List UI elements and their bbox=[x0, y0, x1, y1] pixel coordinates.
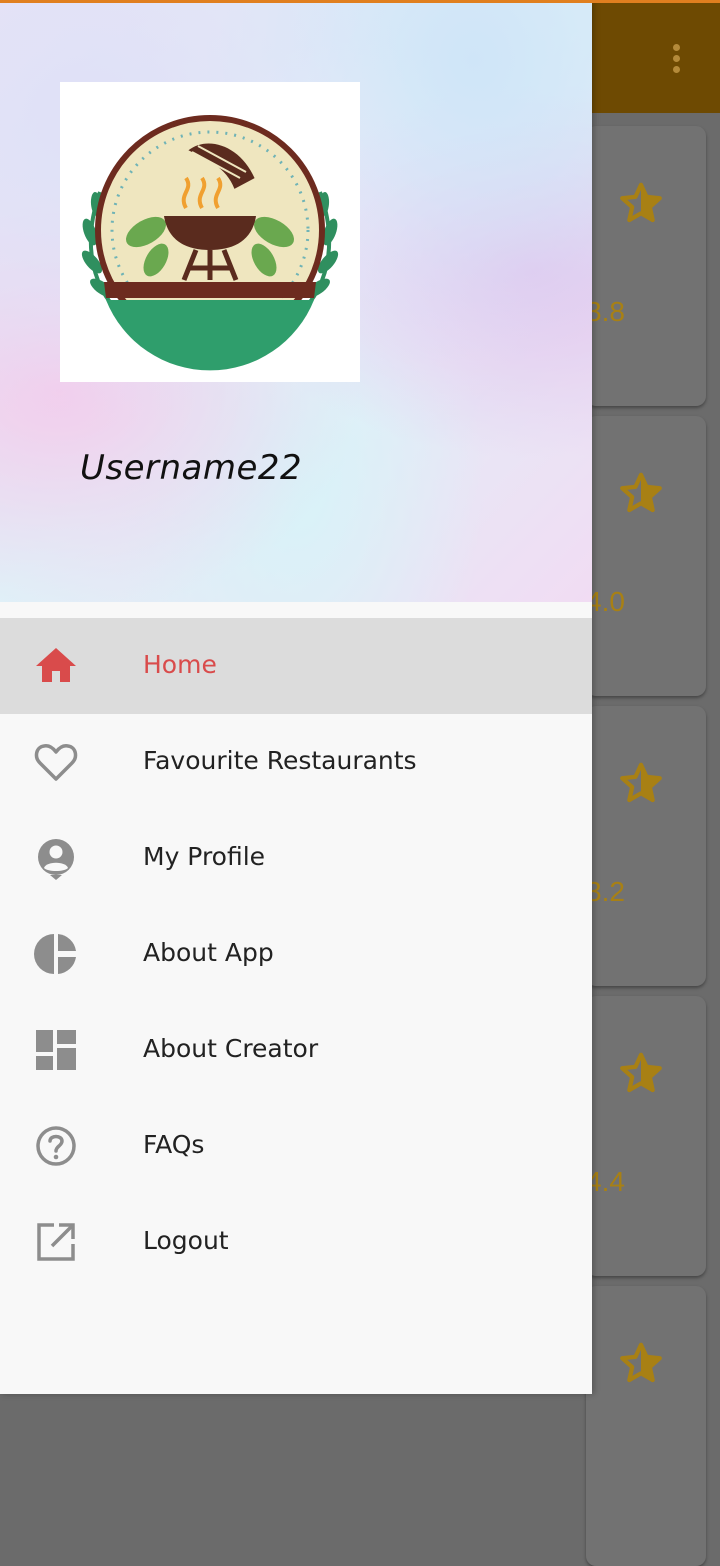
drawer-header: Username22 bbox=[0, 0, 592, 602]
dashboard-icon bbox=[36, 1030, 76, 1070]
drawer-item-label: My Profile bbox=[143, 842, 266, 871]
restaurant-card[interactable] bbox=[586, 1286, 706, 1566]
star-icon bbox=[620, 472, 662, 513]
barbecue-grill-logo bbox=[81, 115, 339, 371]
restaurant-card[interactable]: 3.2 bbox=[586, 706, 706, 986]
help-circle-icon bbox=[36, 1126, 76, 1166]
pie-chart-icon bbox=[34, 934, 76, 974]
drawer-item-favourite-restaurants[interactable]: Favourite Restaurants bbox=[0, 714, 592, 810]
home-icon bbox=[36, 648, 76, 682]
drawer-item-label: About App bbox=[143, 938, 274, 967]
star-icon bbox=[620, 762, 662, 803]
username-label: Username22 bbox=[80, 448, 303, 488]
app-logo bbox=[60, 82, 360, 382]
drawer-item-home[interactable]: Home bbox=[0, 618, 592, 714]
drawer-item-label: Favourite Restaurants bbox=[143, 746, 417, 775]
navigation-drawer: Username22 Home Favourite Restaurants My… bbox=[0, 0, 592, 1394]
restaurant-card[interactable]: 3.8 bbox=[586, 126, 706, 406]
drawer-item-my-profile[interactable]: My Profile bbox=[0, 810, 592, 906]
status-accent-line bbox=[0, 0, 720, 3]
open-external-icon bbox=[37, 1223, 75, 1261]
drawer-item-faqs[interactable]: FAQs bbox=[0, 1098, 592, 1194]
drawer-item-label: About Creator bbox=[143, 1034, 319, 1063]
star-icon bbox=[620, 1342, 662, 1383]
account-circle-icon bbox=[38, 839, 74, 880]
drawer-item-about-app[interactable]: About App bbox=[0, 906, 592, 1002]
drawer-item-about-creator[interactable]: About Creator bbox=[0, 1002, 592, 1098]
heart-icon bbox=[34, 744, 78, 781]
overflow-menu-icon[interactable] bbox=[668, 40, 684, 80]
star-icon bbox=[620, 182, 662, 223]
drawer-item-label: FAQs bbox=[143, 1130, 205, 1159]
restaurant-card[interactable]: 4.0 bbox=[586, 416, 706, 696]
drawer-item-label: Home bbox=[143, 650, 217, 679]
drawer-item-logout[interactable]: Logout bbox=[0, 1194, 592, 1290]
restaurant-card[interactable]: 4.4 bbox=[586, 996, 706, 1276]
drawer-menu: Home Favourite Restaurants My Profile Ab… bbox=[0, 618, 592, 1290]
drawer-item-label: Logout bbox=[143, 1226, 229, 1255]
star-icon bbox=[620, 1052, 662, 1093]
